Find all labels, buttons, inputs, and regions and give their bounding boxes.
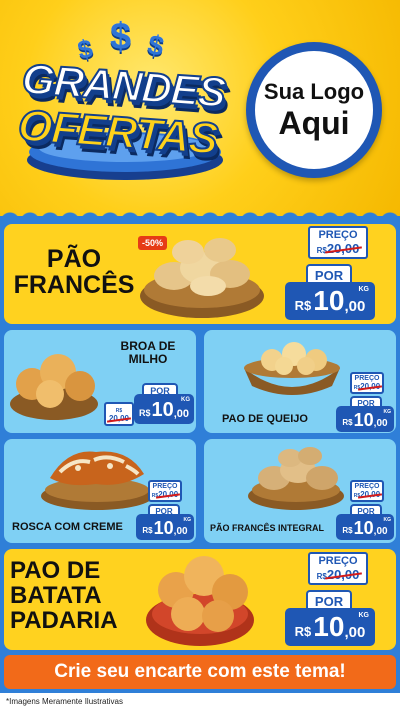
product-title: ROSCA COM CREME bbox=[12, 521, 123, 533]
price-integer: 10 bbox=[353, 410, 374, 430]
por-label-box: POR bbox=[306, 590, 352, 609]
product-title-line: FRANCÊS bbox=[13, 271, 135, 300]
price-integer: 10 bbox=[313, 285, 345, 316]
price-integer: 10 bbox=[153, 518, 174, 538]
new-price-box: R$ 10 ,00 KG bbox=[336, 514, 394, 540]
product-title-line: PAO DE bbox=[10, 557, 101, 584]
dollar-icon: $ bbox=[145, 28, 167, 63]
currency-label: R$ bbox=[138, 408, 151, 418]
por-label: POR bbox=[314, 268, 344, 283]
product-title-line: PÃO bbox=[46, 245, 102, 273]
product-title: BROA DE MILHO bbox=[112, 340, 184, 365]
preco-label: PREÇO bbox=[354, 483, 380, 490]
preco-box: PREÇO R$20,00 bbox=[148, 480, 182, 502]
dollar-icon: $ bbox=[110, 16, 132, 58]
product-title: PAO DE BATATA PADARIA bbox=[10, 558, 140, 634]
product-title-line: MILHO bbox=[128, 351, 168, 366]
preco-box: PREÇO R$20,00 bbox=[350, 480, 384, 502]
kg-label: KG bbox=[383, 409, 392, 415]
old-price: R$20,00 bbox=[310, 241, 366, 256]
product-title-line: BROA DE bbox=[120, 339, 176, 353]
discount-badge: -50% bbox=[138, 236, 168, 250]
dollar-signs-icon: $ $ $ bbox=[72, 16, 192, 66]
cta-banner[interactable]: Crie seu encarte com este tema! bbox=[4, 655, 396, 689]
logo-line-2: Aqui bbox=[278, 105, 350, 141]
product-title: PÃO FRANCÊS bbox=[12, 246, 136, 299]
price-block: PREÇO R$20,00 bbox=[300, 226, 376, 259]
preco-label: PREÇO bbox=[318, 229, 358, 241]
kg-label: KG bbox=[181, 397, 190, 403]
product-title-line: PADARIA bbox=[10, 607, 118, 635]
price-cents: ,00 bbox=[344, 298, 366, 315]
currency-label: R$ bbox=[294, 624, 312, 639]
kg-label: KG bbox=[358, 612, 370, 619]
preco-box: PREÇO R$20,00 bbox=[308, 226, 368, 259]
footer-disclaimer: *Imagens Meramente Ilustrativas bbox=[0, 693, 400, 711]
new-price-box: R$ 10 ,00 KG bbox=[136, 514, 194, 540]
currency-label: R$ bbox=[342, 526, 353, 535]
old-price-box: R$20,00 bbox=[104, 402, 134, 426]
logo-placeholder[interactable]: Sua Logo Aqui bbox=[246, 42, 382, 178]
price-integer: 10 bbox=[353, 518, 374, 538]
currency-label: R$ bbox=[294, 298, 312, 313]
pao-de-batata-image bbox=[146, 556, 254, 646]
price-integer: 10 bbox=[313, 611, 345, 642]
new-price-box: R$ 10 ,00 KG bbox=[336, 406, 394, 432]
kg-label: KG bbox=[183, 517, 192, 523]
preco-label: PREÇO bbox=[354, 375, 380, 382]
preco-label: PREÇO bbox=[152, 483, 178, 490]
por-label: POR bbox=[314, 594, 344, 609]
new-price-box: R$ 10 ,00 KG bbox=[285, 608, 375, 646]
scallop-divider bbox=[0, 206, 400, 222]
price-cents: ,00 bbox=[344, 624, 366, 641]
old-price: R$20,00 bbox=[352, 382, 383, 391]
rosca-basket-image bbox=[41, 451, 153, 510]
old-price: R$20,00 bbox=[150, 490, 181, 499]
preco-box: PREÇO R$20,00 bbox=[350, 372, 384, 394]
preco-box: PREÇO R$20,00 bbox=[308, 552, 368, 585]
pao-de-queijo-image bbox=[244, 342, 340, 395]
new-price-box: R$ 10 ,00 KG bbox=[134, 394, 194, 424]
product-title: PAO DE QUEIJO bbox=[222, 413, 308, 425]
old-price: R$20,00 bbox=[352, 490, 383, 499]
integral-basket-image bbox=[248, 447, 344, 510]
new-price-box: R$ 10 ,00 KG bbox=[285, 282, 375, 320]
price-cents: ,00 bbox=[373, 526, 388, 537]
currency-label: R$ bbox=[342, 418, 353, 427]
price-cents: ,00 bbox=[173, 408, 190, 420]
product-title-line: BATATA bbox=[10, 582, 102, 610]
preco-label: PREÇO bbox=[318, 555, 358, 567]
price-block: PREÇO R$20,00 bbox=[300, 552, 376, 585]
old-price: R$20,00 bbox=[310, 567, 366, 582]
logo-line-1: Sua Logo bbox=[263, 79, 365, 104]
por-label-box: POR bbox=[306, 264, 352, 283]
product-title: PÃO FRANCÊS INTEGRAL bbox=[210, 523, 325, 533]
price-cents: ,00 bbox=[173, 526, 188, 537]
price-integer: 10 bbox=[151, 399, 174, 421]
kg-label: KG bbox=[358, 286, 370, 293]
price-cents: ,00 bbox=[373, 418, 388, 429]
kg-label: KG bbox=[383, 517, 392, 523]
broa-basket-image bbox=[10, 354, 98, 420]
currency-label: R$ bbox=[142, 526, 153, 535]
